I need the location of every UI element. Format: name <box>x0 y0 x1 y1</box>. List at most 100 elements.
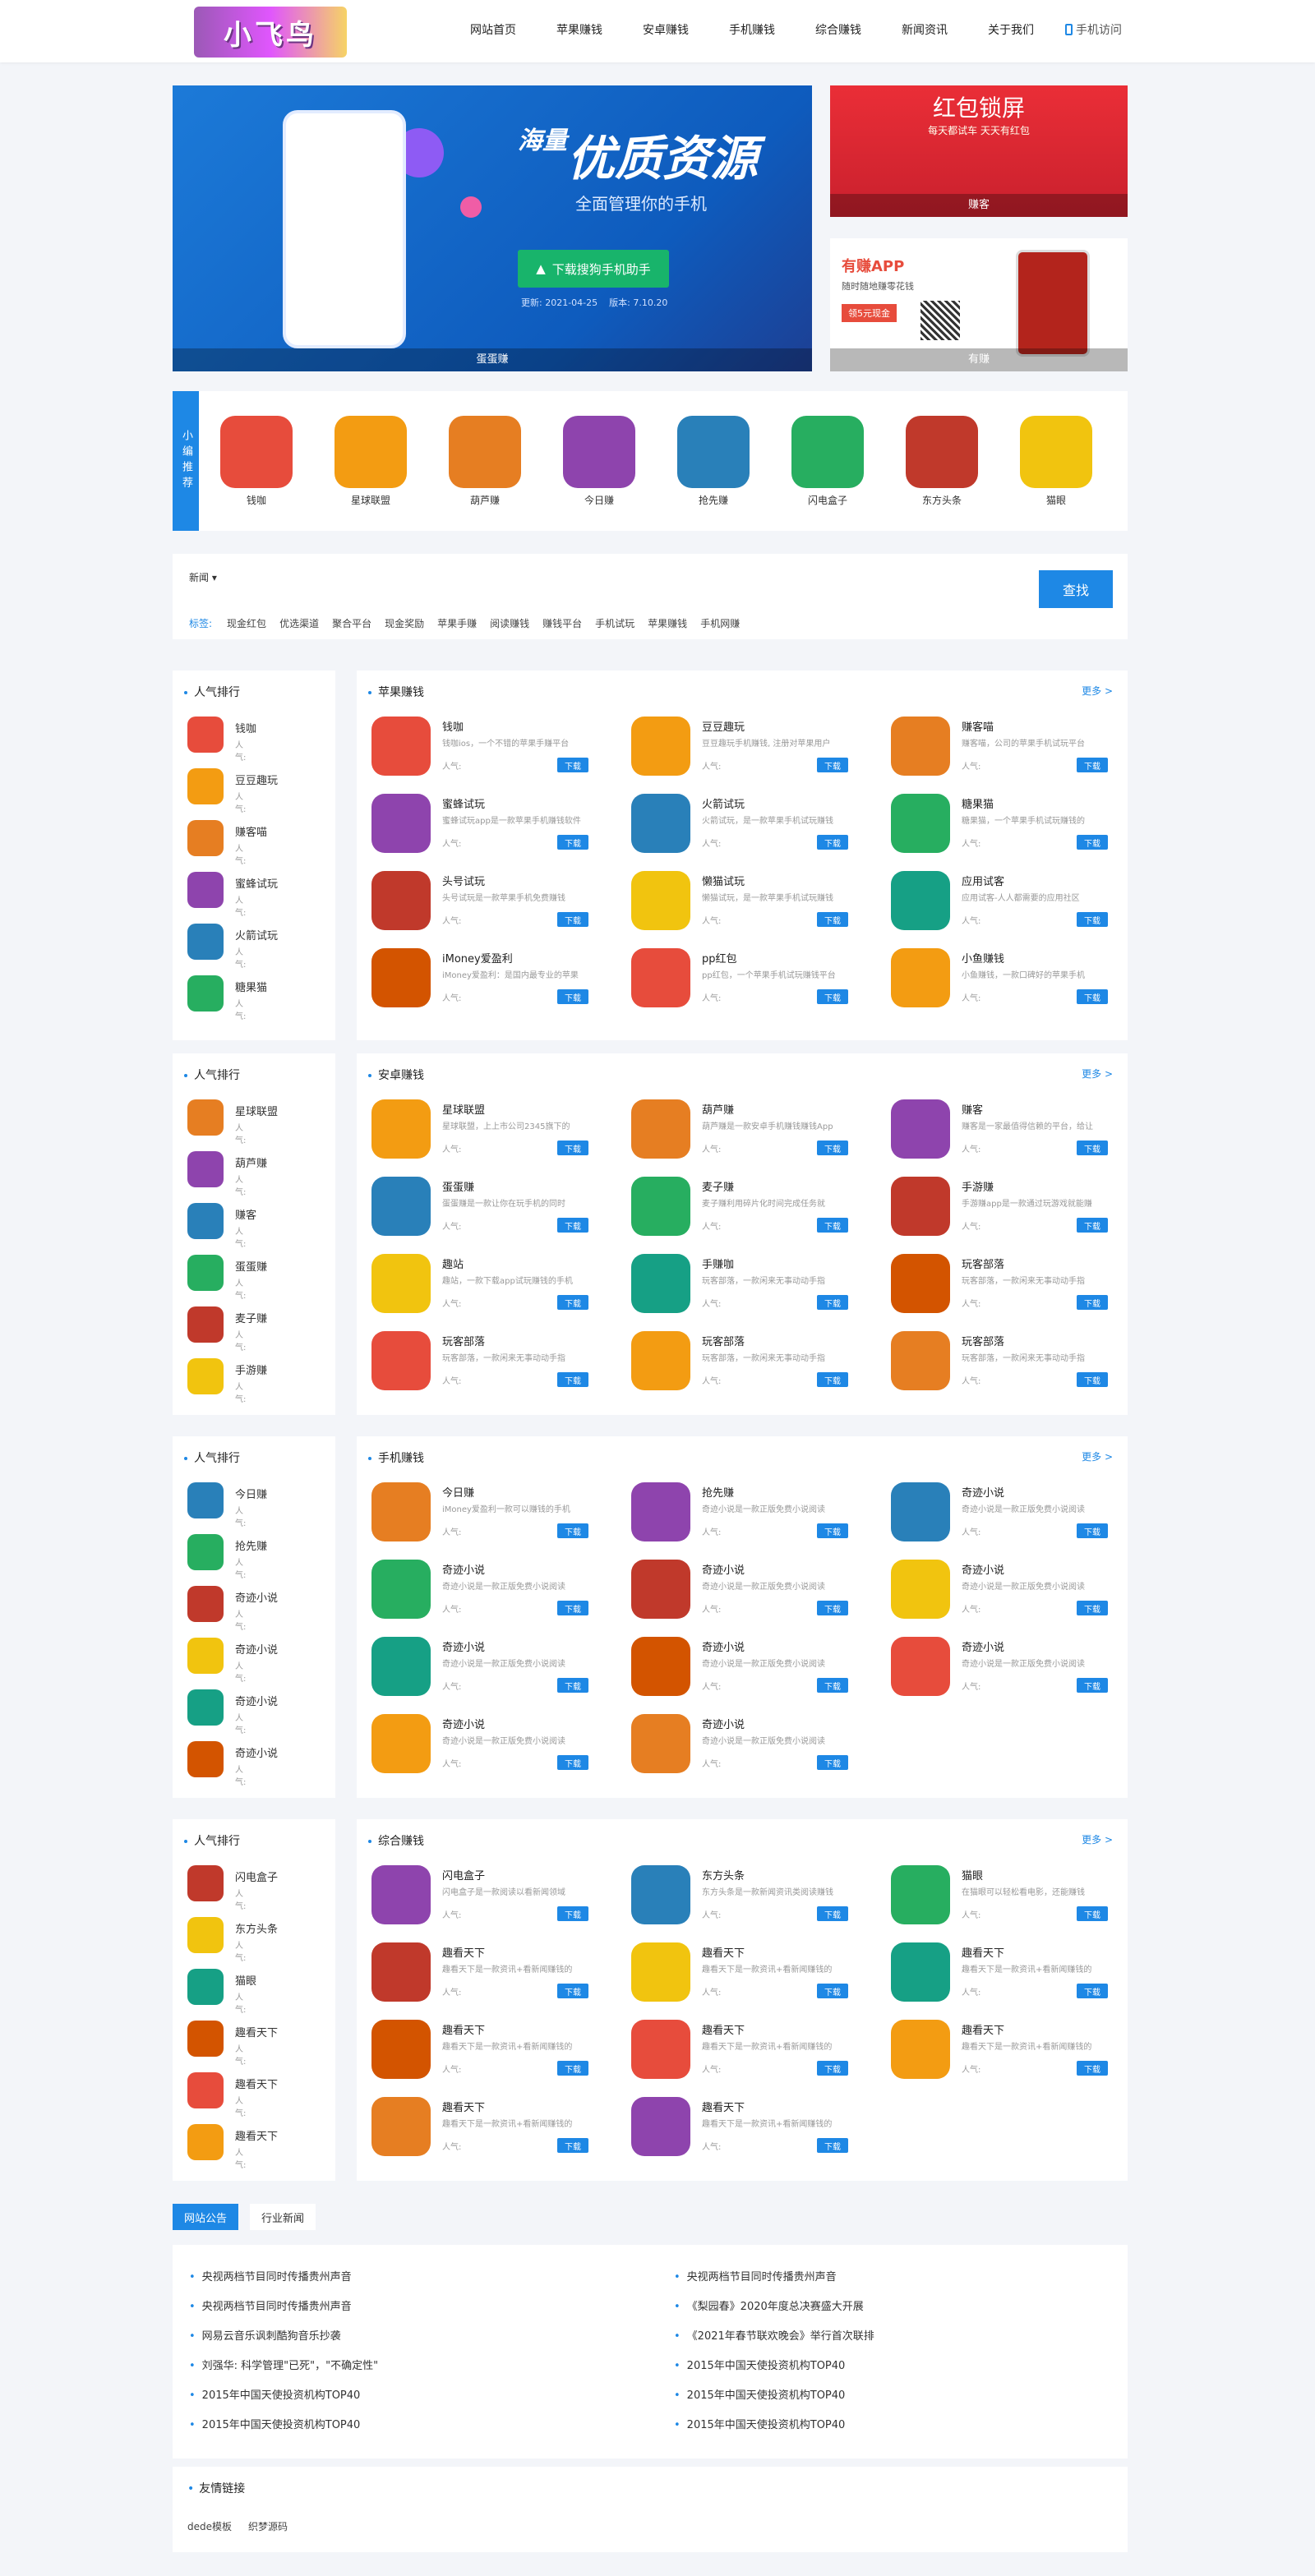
app-card[interactable]: pp红包 pp红包，一个苹果手机试玩赚钱平台 人气: 下载 <box>631 948 870 1014</box>
recommend-item[interactable]: 东方头条 <box>904 416 980 507</box>
download-button[interactable]: 下载 <box>557 1678 588 1693</box>
download-button[interactable]: 下载 <box>1077 1906 1108 1921</box>
download-button[interactable]: 下载 <box>1077 912 1108 927</box>
news-item[interactable]: 2015年中国天使投资机构TOP40 <box>674 2416 846 2431</box>
tag-link[interactable]: 苹果手赚 <box>437 616 477 630</box>
app-card[interactable]: 火箭试玩 火箭试玩，是一款苹果手机试玩赚钱 人气: 下载 <box>631 794 870 859</box>
tab-announcement[interactable]: 网站公告 <box>173 2204 239 2230</box>
app-card[interactable]: 东方头条 东方头条是一款新闻资讯类阅读赚钱 人气: 下载 <box>631 1865 870 1931</box>
app-card[interactable]: 手赚咖 玩客部落，一款闲来无事动动手指 人气: 下载 <box>631 1254 870 1320</box>
download-button[interactable]: 下载 <box>557 989 588 1004</box>
app-card[interactable]: 趣看天下 趣看天下是一款资讯+看新闻赚钱的 人气: 下载 <box>891 2020 1129 2085</box>
download-button[interactable]: 下载 <box>817 1755 848 1770</box>
download-button[interactable]: 下载 <box>557 1295 588 1310</box>
recommend-item[interactable]: 葫芦赚 <box>447 416 523 507</box>
recommend-item[interactable]: 猫眼 <box>1018 416 1094 507</box>
app-card[interactable]: 奇迹小说 奇迹小说是一款正版免费小说阅读 人气: 下载 <box>371 1637 610 1703</box>
app-card[interactable]: 抢先赚 奇迹小说是一款正版免费小说阅读 人气: 下载 <box>631 1482 870 1548</box>
news-item[interactable]: 2015年中国天使投资机构TOP40 <box>674 2357 846 2372</box>
recommend-item[interactable]: 闪电盒子 <box>790 416 865 507</box>
download-button[interactable]: 下载 <box>1077 835 1108 850</box>
download-button[interactable]: 下载 <box>557 2138 588 2153</box>
app-card[interactable]: iMoney爱盈利 iMoney爱盈利：是国内最专业的苹果 人气: 下载 <box>371 948 610 1014</box>
app-card[interactable]: 玩客部落 玩客部落，一款闲来无事动动手指 人气: 下载 <box>891 1254 1129 1320</box>
news-item[interactable]: 2015年中国天使投资机构TOP40 <box>189 2386 361 2402</box>
app-card[interactable]: 闪电盒子 闪电盒子是一款阅读以看新闻领域 人气: 下载 <box>371 1865 610 1931</box>
app-card[interactable]: 糖果猫 糖果猫，一个苹果手机试玩赚钱的 人气: 下载 <box>891 794 1129 859</box>
download-button[interactable]: 下载 <box>557 1601 588 1615</box>
app-card[interactable]: 钱咖 钱咖ios，一个不错的苹果手赚平台 人气: 下载 <box>371 717 610 782</box>
download-button[interactable]: 下载 <box>557 1372 588 1387</box>
download-button[interactable]: 下载 <box>557 758 588 772</box>
recommend-item[interactable]: 星球联盟 <box>333 416 408 507</box>
app-card[interactable]: 豆豆趣玩 豆豆趣玩手机赚钱, 注册对苹果用户 人气: 下载 <box>631 717 870 782</box>
news-item[interactable]: 刘强华: 科学管理"已死"，"不确定性" <box>189 2357 378 2372</box>
site-logo[interactable]: 小飞鸟 <box>194 7 347 58</box>
tag-link[interactable]: 苹果赚钱 <box>648 616 687 630</box>
banner-download-button[interactable]: ▲ 下载搜狗手机助手 <box>518 250 669 288</box>
download-button[interactable]: 下载 <box>817 1523 848 1538</box>
app-card[interactable]: 蛋蛋赚 蛋蛋赚是一款让你在玩手机的同时 人气: 下载 <box>371 1177 610 1242</box>
download-button[interactable]: 下载 <box>1077 1523 1108 1538</box>
download-button[interactable]: 下载 <box>817 1372 848 1387</box>
app-card[interactable]: 星球联盟 星球联盟，上上市公司2345旗下的 人气: 下载 <box>371 1099 610 1165</box>
app-card[interactable]: 趣看天下 趣看天下是一款资讯+看新闻赚钱的 人气: 下载 <box>631 2097 870 2163</box>
download-button[interactable]: 下载 <box>817 1141 848 1155</box>
mobile-visit-link[interactable]: 手机访问 <box>1065 21 1122 38</box>
download-button[interactable]: 下载 <box>1077 1372 1108 1387</box>
news-item[interactable]: 《2021年春节联欢晚会》举行首次联排 <box>674 2327 874 2343</box>
download-button[interactable]: 下载 <box>817 835 848 850</box>
app-card[interactable]: 趣看天下 趣看天下是一款资讯+看新闻赚钱的 人气: 下载 <box>631 2020 870 2085</box>
download-button[interactable]: 下载 <box>557 1141 588 1155</box>
download-button[interactable]: 下载 <box>817 912 848 927</box>
app-card[interactable]: 奇迹小说 奇迹小说是一款正版免费小说阅读 人气: 下载 <box>371 1714 610 1780</box>
app-card[interactable]: 玩客部落 玩客部落，一款闲来无事动动手指 人气: 下载 <box>891 1331 1129 1397</box>
app-card[interactable]: 趣看天下 趣看天下是一款资讯+看新闻赚钱的 人气: 下载 <box>631 1942 870 2008</box>
download-button[interactable]: 下载 <box>557 1523 588 1538</box>
download-button[interactable]: 下载 <box>557 912 588 927</box>
app-card[interactable]: 趣看天下 趣看天下是一款资讯+看新闻赚钱的 人气: 下载 <box>371 2020 610 2085</box>
nav-home[interactable]: 网站首页 <box>470 21 516 38</box>
tab-industry-news[interactable]: 行业新闻 <box>250 2204 316 2230</box>
app-card[interactable]: 应用试客 应用试客-人人都需要的应用社区 人气: 下载 <box>891 871 1129 937</box>
tag-link[interactable]: 手机试玩 <box>595 616 634 630</box>
download-button[interactable]: 下载 <box>557 835 588 850</box>
app-card[interactable]: 玩客部落 玩客部落，一款闲来无事动动手指 人气: 下载 <box>371 1331 610 1397</box>
tag-link[interactable]: 赚钱平台 <box>542 616 582 630</box>
nav-news[interactable]: 新闻资讯 <box>902 21 948 38</box>
app-card[interactable]: 头号试玩 头号试玩是一款苹果手机免费赚钱 人气: 下载 <box>371 871 610 937</box>
news-item[interactable]: 网易云音乐讽刺酷狗音乐抄袭 <box>189 2327 341 2343</box>
download-button[interactable]: 下载 <box>557 1218 588 1233</box>
download-button[interactable]: 下载 <box>817 1601 848 1615</box>
download-button[interactable]: 下载 <box>557 1906 588 1921</box>
news-item[interactable]: 2015年中国天使投资机构TOP40 <box>674 2386 846 2402</box>
app-card[interactable]: 奇迹小说 奇迹小说是一款正版免费小说阅读 人气: 下载 <box>631 1637 870 1703</box>
download-button[interactable]: 下载 <box>1077 1984 1108 1998</box>
app-card[interactable]: 懒猫试玩 懒猫试玩，是一款苹果手机试玩赚钱 人气: 下载 <box>631 871 870 937</box>
nav-about[interactable]: 关于我们 <box>988 21 1034 38</box>
app-card[interactable]: 玩客部落 玩客部落，一款闲来无事动动手指 人气: 下载 <box>631 1331 870 1397</box>
news-item[interactable]: 央视两档节目同时传播贵州声音 <box>189 2268 352 2283</box>
download-button[interactable]: 下载 <box>1077 989 1108 1004</box>
download-button[interactable]: 下载 <box>817 1295 848 1310</box>
hero-banner[interactable]: 海量优质资源 全面管理你的手机 ▲ 下载搜狗手机助手 更新: 2021-04-25… <box>173 85 812 371</box>
app-card[interactable]: 赚客 赚客是一家最值得信赖的平台，给让 人气: 下载 <box>891 1099 1129 1165</box>
download-button[interactable]: 下载 <box>817 1678 848 1693</box>
app-card[interactable]: 奇迹小说 奇迹小说是一款正版免费小说阅读 人气: 下载 <box>891 1637 1129 1703</box>
nav-apple[interactable]: 苹果赚钱 <box>556 21 602 38</box>
news-item[interactable]: 《梨园春》2020年度总决赛盛大开展 <box>674 2297 864 2313</box>
download-button[interactable]: 下载 <box>817 1984 848 1998</box>
app-card[interactable]: 小鱼赚钱 小鱼赚钱，一款口碑好的苹果手机 人气: 下载 <box>891 948 1129 1014</box>
download-button[interactable]: 下载 <box>1077 2061 1108 2076</box>
news-item[interactable]: 央视两档节目同时传播贵州声音 <box>674 2268 837 2283</box>
app-card[interactable]: 葫芦赚 葫芦赚是一款安卓手机赚钱赚钱App 人气: 下载 <box>631 1099 870 1165</box>
download-button[interactable]: 下载 <box>817 2061 848 2076</box>
download-button[interactable]: 下载 <box>817 2138 848 2153</box>
download-button[interactable]: 下载 <box>557 1984 588 1998</box>
more-link[interactable]: 更多 > <box>1082 684 1113 698</box>
search-category-select[interactable]: 新闻 ▾ <box>189 570 217 584</box>
app-card[interactable]: 蜜蜂试玩 蜜蜂试玩app是一款苹果手机赚钱软件 人气: 下载 <box>371 794 610 859</box>
more-link[interactable]: 更多 > <box>1082 1832 1113 1846</box>
ad-red-lockscreen[interactable]: 红包锁屏 每天都试车 天天有红包 赚客 <box>830 85 1128 217</box>
search-button[interactable]: 查找 <box>1039 570 1113 608</box>
